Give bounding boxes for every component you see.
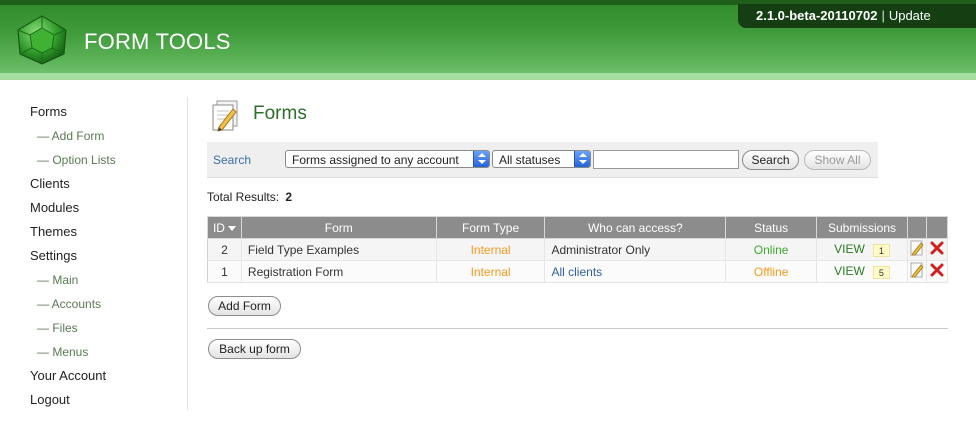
view-submissions-link[interactable]: VIEW: [834, 242, 865, 256]
sidebar-item-modules[interactable]: Modules: [30, 200, 79, 215]
sidebar-item-main[interactable]: — Main: [37, 273, 78, 287]
update-link[interactable]: Update: [889, 8, 931, 23]
sort-down-icon: [227, 225, 236, 231]
add-form-button[interactable]: Add Form: [208, 296, 281, 316]
submissions-cell: VIEW 5: [816, 260, 908, 283]
forms-table: ID Form Form Type Who can access? Status…: [207, 216, 949, 283]
sidebar-item-clients[interactable]: Clients: [30, 176, 70, 191]
status-filter-value: All statuses: [499, 153, 561, 167]
account-filter-select[interactable]: Forms assigned to any account: [285, 150, 490, 168]
app-title: FORM TOOLS: [84, 29, 231, 54]
delete-cell: [926, 238, 949, 261]
edit-pencil-icon[interactable]: [910, 262, 924, 278]
form-name: Field Type Examples: [241, 238, 437, 261]
column-header-access: Who can access?: [544, 216, 727, 239]
column-header-submissions: Submissions: [816, 216, 908, 239]
sidebar-item-settings[interactable]: Settings: [30, 248, 77, 263]
submission-count-badge: 1: [872, 243, 890, 257]
sidebar-item-accounts[interactable]: — Accounts: [37, 297, 101, 311]
edit-pencil-icon[interactable]: [910, 240, 924, 256]
forms-page-icon: [212, 100, 238, 132]
form-type: Internal: [436, 238, 546, 261]
column-header-form[interactable]: Form: [240, 216, 437, 239]
form-status: Online: [725, 238, 818, 261]
sidebar-item-themes[interactable]: Themes: [30, 224, 77, 239]
page-title: Forms: [253, 103, 307, 124]
account-filter-value: Forms assigned to any account: [292, 153, 459, 167]
form-id: 2: [207, 238, 242, 261]
form-status: Offline: [725, 260, 818, 283]
search-button[interactable]: Search: [742, 150, 799, 170]
search-input[interactable]: [593, 150, 739, 169]
search-bar: Search Forms assigned to any account All…: [207, 142, 878, 178]
edit-cell: [907, 238, 927, 261]
table-row: 2 Field Type Examples Internal Administr…: [207, 238, 949, 261]
sidebar-nav: Forms — Add Form — Option Lists Clients …: [0, 97, 188, 410]
form-id: 1: [207, 260, 242, 283]
sidebar-item-add-form[interactable]: — Add Form: [37, 129, 104, 143]
sidebar-item-option-lists[interactable]: — Option Lists: [37, 153, 116, 167]
total-results-count: 2: [285, 190, 293, 204]
select-arrows-icon: [574, 151, 590, 167]
header-bottom-line: [0, 73, 976, 80]
status-filter-select[interactable]: All statuses: [492, 150, 591, 168]
version-separator: |: [881, 8, 885, 23]
sidebar-item-forms[interactable]: Forms: [30, 104, 67, 119]
column-header-status[interactable]: Status: [725, 216, 818, 239]
divider: [207, 328, 948, 329]
form-access: Administrator Only: [544, 238, 727, 261]
submission-count-badge: 5: [872, 265, 890, 279]
delete-x-icon[interactable]: [930, 263, 944, 277]
total-results-label: Total Results:: [207, 190, 280, 204]
form-tools-logo-icon[interactable]: [14, 14, 70, 66]
form-name: Registration Form: [241, 260, 437, 283]
submissions-cell: VIEW 1: [816, 238, 908, 261]
search-label: Search: [213, 153, 252, 167]
sidebar-item-files[interactable]: — Files: [37, 321, 78, 335]
sidebar-item-menus[interactable]: — Menus: [37, 345, 88, 359]
form-access[interactable]: All clients: [544, 260, 727, 283]
backup-form-button[interactable]: Back up form: [208, 339, 301, 359]
sidebar-item-logout[interactable]: Logout: [30, 392, 70, 407]
form-type: Internal: [436, 260, 546, 283]
version-label: 2.1.0-beta-20110702: [756, 8, 878, 23]
select-arrows-icon: [473, 151, 489, 167]
column-header-delete: [925, 216, 949, 239]
table-row: 1 Registration Form Internal All clients…: [207, 260, 949, 283]
total-results: Total Results: 2: [207, 190, 292, 204]
version-box: 2.1.0-beta-20110702 | Update: [738, 4, 976, 28]
header-bar: FORM TOOLS 2.1.0-beta-20110702 | Update: [0, 0, 976, 80]
view-submissions-link[interactable]: VIEW: [834, 264, 865, 278]
table-header-row: ID Form Form Type Who can access? Status…: [207, 216, 949, 239]
delete-x-icon[interactable]: [930, 241, 944, 255]
show-all-button[interactable]: Show All: [804, 150, 871, 170]
column-header-edit: [906, 216, 927, 239]
column-header-form-type[interactable]: Form Type: [435, 216, 546, 239]
sidebar-item-your-account[interactable]: Your Account: [30, 368, 106, 383]
edit-cell: [907, 260, 927, 283]
delete-cell: [926, 260, 949, 283]
column-header-id[interactable]: ID: [207, 216, 242, 239]
